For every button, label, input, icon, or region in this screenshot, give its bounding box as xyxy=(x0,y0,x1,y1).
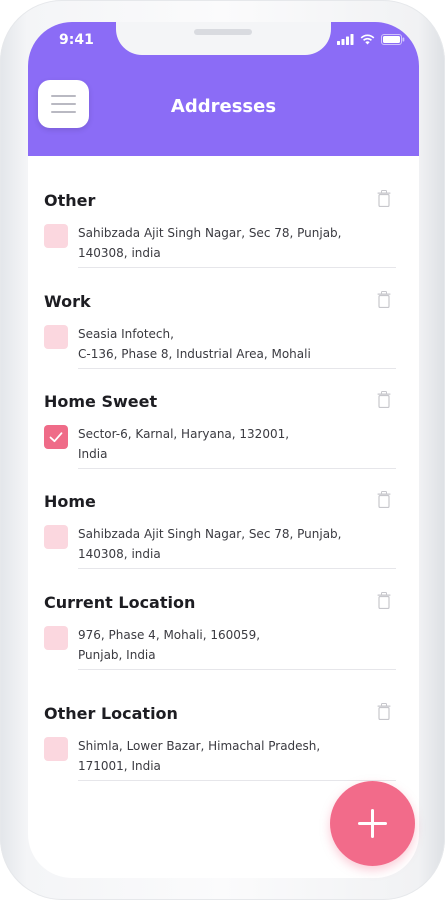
divider xyxy=(78,669,396,670)
address-label: Home Sweet xyxy=(44,392,158,411)
address-item[interactable]: Work Seasia Infotech, C-136, Phase 8, In… xyxy=(28,281,419,381)
divider xyxy=(78,780,396,781)
address-item[interactable]: Home Sweet Sector-6, Karnal, Haryana, 13… xyxy=(28,381,419,481)
signal-icon xyxy=(337,34,354,45)
address-item[interactable]: Other Location Shimla, Lower Bazar, Hima… xyxy=(28,693,419,793)
select-checkbox-checked[interactable] xyxy=(44,425,68,449)
address-text: Sahibzada Ajit Singh Nagar, Sec 78, Punj… xyxy=(78,524,378,564)
trash-icon[interactable] xyxy=(377,491,391,508)
address-item[interactable]: Home Sahibzada Ajit Singh Nagar, Sec 78,… xyxy=(28,481,419,581)
divider xyxy=(78,568,396,569)
divider xyxy=(78,267,396,268)
address-label: Other Location xyxy=(44,704,178,723)
trash-icon[interactable] xyxy=(377,391,391,408)
address-text: Sahibzada Ajit Singh Nagar, Sec 78, Punj… xyxy=(78,223,378,263)
address-text: Sector-6, Karnal, Haryana, 132001, India xyxy=(78,424,378,464)
device-notch xyxy=(116,22,331,55)
battery-icon xyxy=(381,34,405,45)
status-icons xyxy=(337,34,405,45)
trash-icon[interactable] xyxy=(377,592,391,609)
address-label: Home xyxy=(44,492,96,511)
divider xyxy=(78,468,396,469)
address-line-1: Sahibzada Ajit Singh Nagar, Sec 78, Punj… xyxy=(78,226,342,240)
speaker-grille xyxy=(194,29,252,35)
select-checkbox[interactable] xyxy=(44,224,68,248)
address-label: Other xyxy=(44,191,96,210)
app-screen: 9:41 Addresses Other Sahibzada Ajit Sing… xyxy=(28,22,419,878)
address-label: Work xyxy=(44,292,91,311)
address-item[interactable]: Current Location 976, Phase 4, Mohali, 1… xyxy=(28,582,419,682)
select-checkbox[interactable] xyxy=(44,626,68,650)
trash-icon[interactable] xyxy=(377,703,391,720)
phone-frame: 9:41 Addresses Other Sahibzada Ajit Sing… xyxy=(0,0,445,900)
page-title: Addresses xyxy=(170,96,277,117)
address-line-2: India xyxy=(78,447,108,461)
address-line-2: Punjab, India xyxy=(78,648,156,662)
address-line-2: 171001, India xyxy=(78,759,161,773)
address-text: Seasia Infotech, C-136, Phase 8, Industr… xyxy=(78,324,378,364)
address-line-2: 140308, india xyxy=(78,246,161,260)
address-item[interactable]: Other Sahibzada Ajit Singh Nagar, Sec 78… xyxy=(28,180,419,280)
address-label: Current Location xyxy=(44,593,196,612)
app-header: 9:41 Addresses xyxy=(28,22,419,156)
wifi-icon xyxy=(360,34,375,45)
address-line-1: Sector-6, Karnal, Haryana, 132001, xyxy=(78,427,290,441)
address-text: Shimla, Lower Bazar, Himachal Pradesh, 1… xyxy=(78,736,378,776)
select-checkbox[interactable] xyxy=(44,737,68,761)
address-line-2: 140308, india xyxy=(78,547,161,561)
select-checkbox[interactable] xyxy=(44,525,68,549)
trash-icon[interactable] xyxy=(377,190,391,207)
add-address-button[interactable] xyxy=(330,781,415,866)
address-line-1: Sahibzada Ajit Singh Nagar, Sec 78, Punj… xyxy=(78,527,342,541)
trash-icon[interactable] xyxy=(377,291,391,308)
check-icon xyxy=(49,432,63,443)
address-line-2: C-136, Phase 8, Industrial Area, Mohali xyxy=(78,347,311,361)
plus-icon-stroke xyxy=(371,809,374,838)
select-checkbox[interactable] xyxy=(44,325,68,349)
status-time: 9:41 xyxy=(59,32,94,48)
address-line-1: Seasia Infotech, xyxy=(78,327,174,341)
address-line-1: 976, Phase 4, Mohali, 160059, xyxy=(78,628,261,642)
address-line-1: Shimla, Lower Bazar, Himachal Pradesh, xyxy=(78,739,321,753)
divider xyxy=(78,368,396,369)
address-text: 976, Phase 4, Mohali, 160059, Punjab, In… xyxy=(78,625,378,665)
